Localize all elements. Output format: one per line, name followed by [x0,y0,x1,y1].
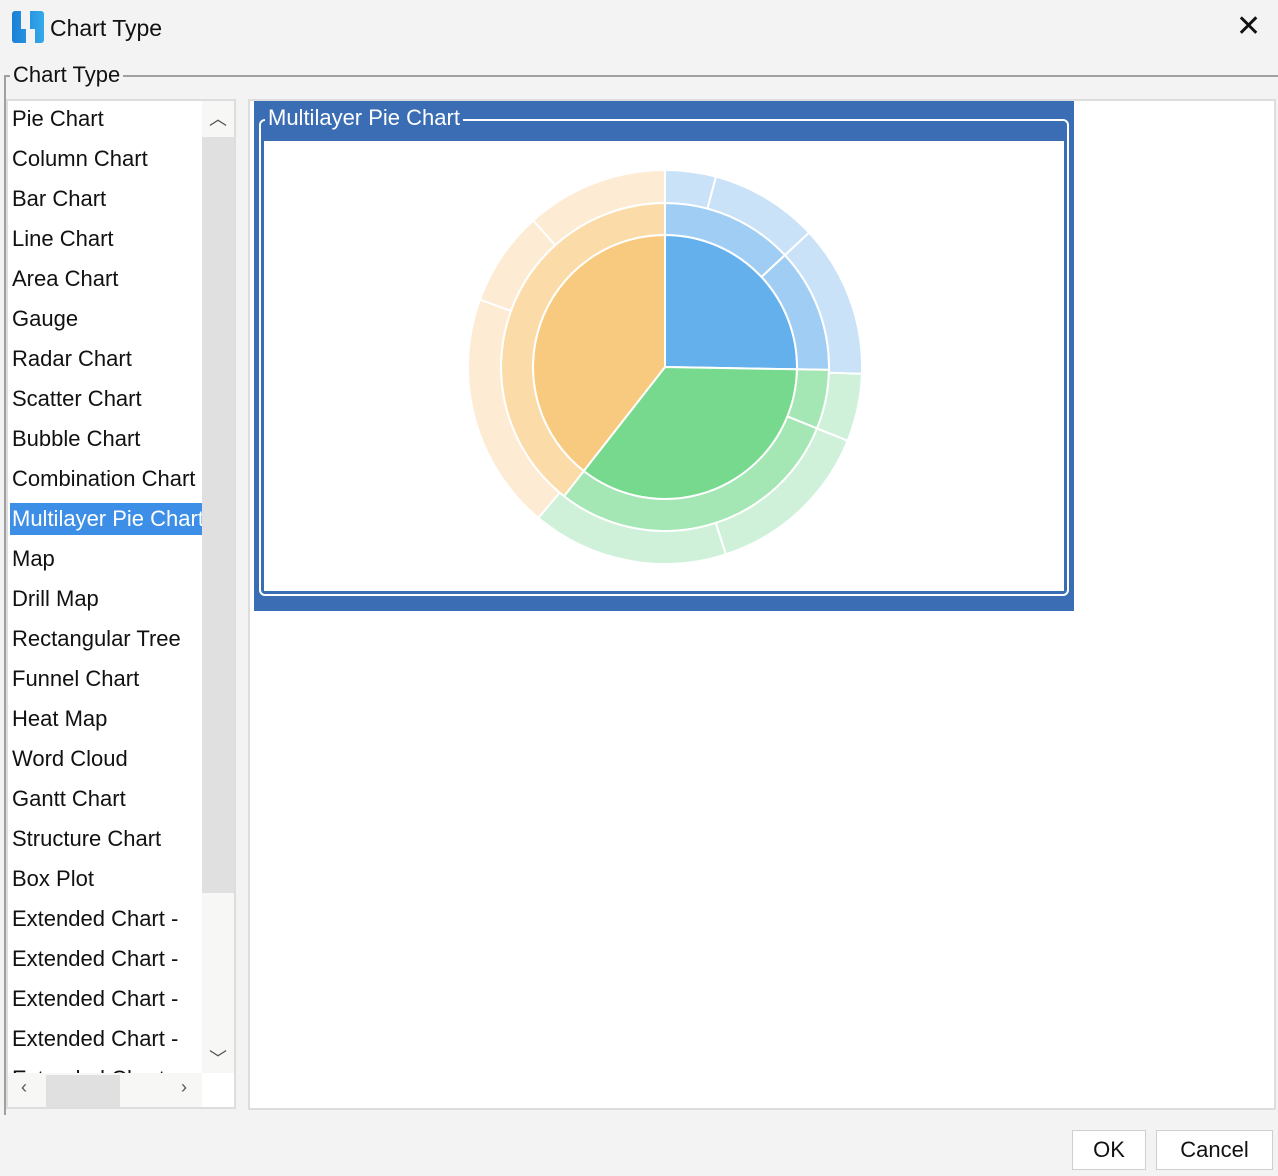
chart-type-item[interactable]: Pie Chart [10,103,202,135]
chart-type-item[interactable]: Extended Chart - [10,1023,202,1055]
chart-type-item[interactable]: Radar Chart [10,343,202,375]
chart-type-item[interactable]: Funnel Chart [10,663,202,695]
window-title: Chart Type [50,15,163,41]
title-bar: Chart Type ✕ [0,0,1278,56]
chart-type-item[interactable]: Structure Chart [10,823,202,855]
chart-type-item[interactable]: Rectangular Tree [10,623,202,655]
chart-type-item[interactable]: Gantt Chart [10,783,202,815]
chart-type-item[interactable]: Multilayer Pie Chart [10,503,202,535]
chart-type-item[interactable]: Map [10,543,202,575]
chart-type-item[interactable]: Bubble Chart [10,423,202,455]
vertical-scrollbar[interactable]: ︿ ﹀ [202,101,234,1073]
chart-type-item[interactable]: Bar Chart [10,183,202,215]
preview-panel: Multilayer Pie Chart [248,99,1276,1110]
subtype-label: Multilayer Pie Chart [265,105,463,131]
chart-type-item[interactable]: Drill Map [10,583,202,615]
scroll-left-icon[interactable]: ‹ [8,1077,40,1098]
chart-type-item[interactable]: Scatter Chart [10,383,202,415]
chart-preview [264,141,1064,591]
cancel-button[interactable]: Cancel [1156,1130,1273,1170]
chart-type-item[interactable]: Column Chart [10,143,202,175]
group-label: Chart Type [10,62,124,88]
multilayer-pie-chart [467,168,863,565]
chart-type-list[interactable]: Pie Chart Column Chart Bar Chart Line Chart… [6,99,236,1109]
chart-type-item[interactable]: Gauge [10,303,202,335]
scroll-right-icon[interactable]: › [168,1077,200,1098]
horizontal-scrollbar[interactable]: ‹ › [8,1073,202,1107]
chart-type-item[interactable]: Line Chart [10,223,202,255]
chart-type-item[interactable]: Area Chart [10,263,202,295]
chart-type-item[interactable]: Combination Chart [10,463,202,495]
chart-type-item[interactable]: Heat Map [10,703,202,735]
app-logo-icon [12,11,44,43]
horizontal-scroll-thumb[interactable] [46,1075,120,1107]
close-icon[interactable]: ✕ [1236,12,1261,42]
scroll-up-icon[interactable]: ︿ [202,105,234,131]
scroll-down-icon[interactable]: ﹀ [202,1045,234,1071]
chart-type-item[interactable]: Extended Chart - [10,903,202,935]
chart-type-item[interactable]: Extended Chart - [10,983,202,1015]
chart-type-item[interactable]: Extended Chart - [10,943,202,975]
chart-type-item[interactable]: Box Plot [10,863,202,895]
ok-button[interactable]: OK [1072,1130,1146,1170]
vertical-scroll-thumb[interactable] [202,137,234,893]
chart-type-item[interactable]: Word Cloud [10,743,202,775]
chart-subtype-card[interactable]: Multilayer Pie Chart [254,101,1074,611]
